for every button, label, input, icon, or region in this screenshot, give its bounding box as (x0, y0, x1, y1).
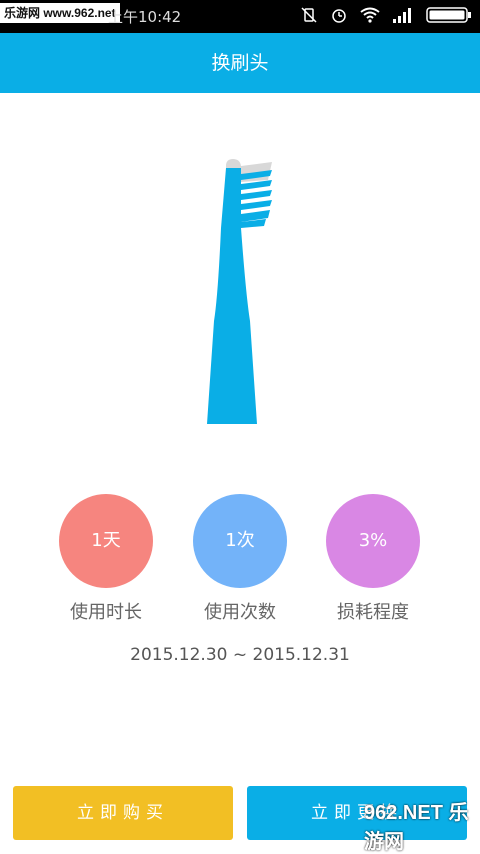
buy-now-button[interactable]: 立即购买 (13, 786, 233, 840)
wear-circle: 3% (326, 494, 420, 588)
title-bar: 换刷头 (0, 33, 480, 93)
stat-wear: 3% 损耗程度 (313, 494, 433, 624)
duration-label: 使用时长 (70, 602, 142, 623)
watermark-badge: 962.NET 乐游网 (364, 802, 469, 853)
count-circle: 1次 (193, 494, 287, 588)
duration-circle: 1天 (59, 494, 153, 588)
status-icons (300, 6, 472, 28)
page-title: 换刷头 (211, 52, 269, 74)
count-label: 使用次数 (204, 602, 276, 623)
stat-count: 1次 使用次数 (180, 494, 300, 624)
status-bar: 乐游网 www.962.net 上午10:42 (0, 0, 480, 33)
signal-icon (392, 7, 414, 27)
date-range: 2015.12.30 ~ 2015.12.31 (130, 645, 350, 665)
wear-label: 损耗程度 (337, 602, 409, 623)
stats-row: 1天 使用时长 1次 使用次数 3% 损耗程度 (0, 494, 480, 634)
toothbrush-head-illustration (200, 156, 280, 428)
status-time: 上午10:42 (108, 8, 182, 26)
wifi-icon (360, 7, 380, 27)
stat-duration: 1天 使用时长 (46, 494, 166, 624)
alarm-icon (330, 6, 348, 28)
battery-icon (426, 6, 472, 28)
vibrate-off-icon (300, 6, 318, 28)
watermark-label: 乐游网 www.962.net (0, 3, 120, 23)
